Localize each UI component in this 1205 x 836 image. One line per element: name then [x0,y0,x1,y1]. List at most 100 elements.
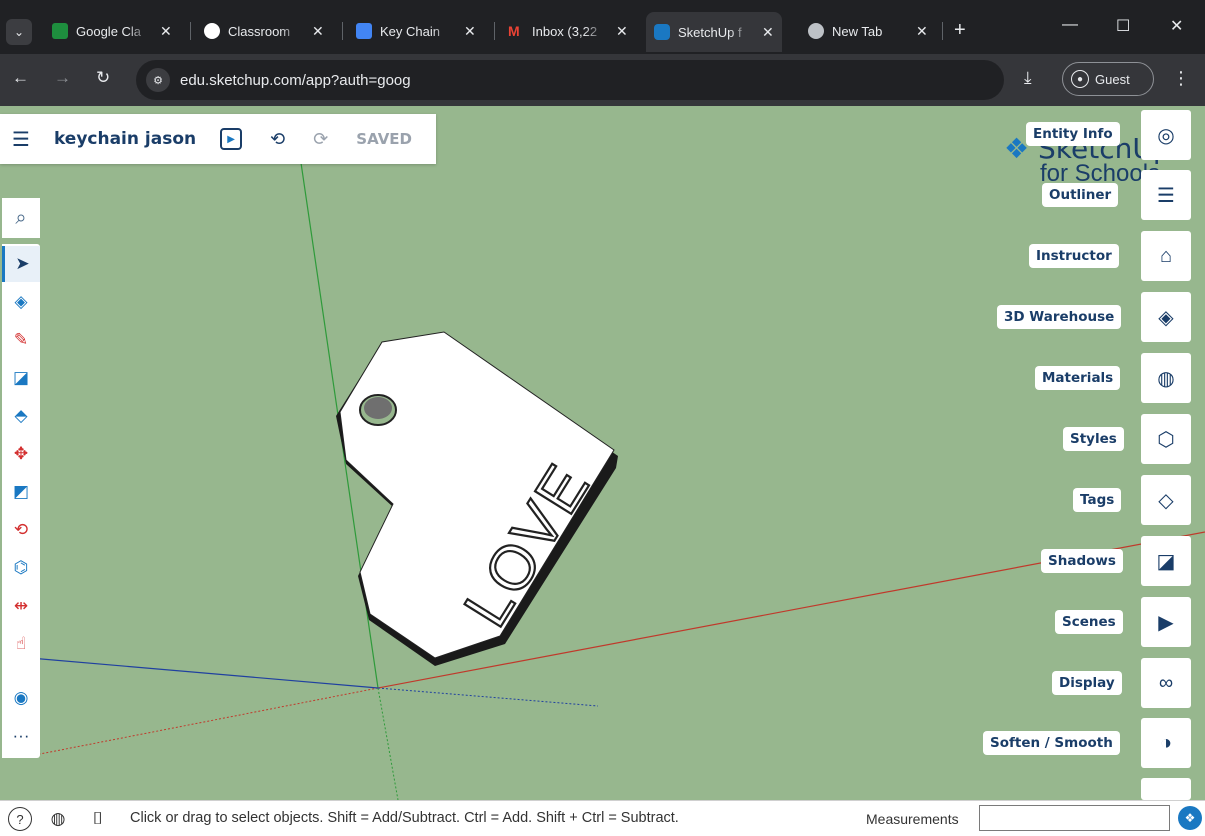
styles-icon[interactable]: ⬡ [1141,414,1191,464]
soften-icon[interactable]: ◑ [1141,718,1191,768]
tab-close-icon[interactable]: ✕ [916,23,928,40]
entity-info-icon[interactable]: ◎ [1141,110,1191,160]
new-tab-button[interactable]: + [954,19,966,42]
zoom-icon[interactable]: ⌕ [2,198,40,238]
tab-search-icon[interactable]: ⌄ [6,19,32,45]
measurements-input[interactable] [979,805,1170,831]
download-icon[interactable]: ⤓ [1024,68,1032,88]
play-icon[interactable]: ▶ [220,128,243,150]
back-icon[interactable]: ← [12,68,29,88]
move-icon[interactable]: ✥ [2,436,40,472]
forward-icon[interactable]: → [54,68,71,88]
person-icon: ● [1071,70,1089,88]
document-title[interactable]: keychain jason [54,129,196,149]
tab-close-icon[interactable]: ✕ [312,23,324,40]
globe-favicon-icon [808,23,824,39]
redo-icon[interactable]: ⟳ [313,129,328,150]
maximize-icon[interactable]: ☐ [1116,16,1130,36]
tab-google-classroom[interactable]: Google Cla ✕ [44,14,180,48]
panel-label-tags[interactable]: Tags [1073,488,1122,512]
browser-tab-strip: ⌄ Google Cla ✕ Classroom ✕ Key Chain ✕ M… [0,0,1205,62]
panel-label-styles[interactable]: Styles [1063,427,1124,451]
site-info-icon[interactable]: ⚙ [146,68,170,92]
tab-classroom[interactable]: Classroom ✕ [196,14,332,48]
panel-label-scenes[interactable]: Scenes [1055,610,1123,634]
tab-key-chain[interactable]: Key Chain ✕ [348,14,484,48]
shadows-icon[interactable]: ◪ [1141,536,1191,586]
tab-title: SketchUp f [678,24,742,40]
tape-measure-icon[interactable]: ⇹ [2,588,40,624]
model-scene[interactable]: LOVE [0,106,1205,800]
url-text: edu.sketchup.com/app?auth=goog [180,71,411,89]
tab-inbox[interactable]: M Inbox (3,22 ✕ [500,14,636,48]
panel-label-shadows[interactable]: Shadows [1041,549,1123,573]
document-toolbar: ☰ keychain jason ▶ ⟲ ⟳ SAVED [0,114,436,164]
section-icon[interactable]: ◉ [2,680,40,716]
gmail-favicon-icon: M [508,23,520,39]
keychain-hole-wall [364,397,392,419]
red-axis-negative [39,687,379,755]
pencil-icon[interactable]: ✎ [2,322,40,358]
classroom-favicon-icon [52,23,68,39]
help-icon[interactable]: ? [8,807,32,831]
panel-label-soften-smooth[interactable]: Soften / Smooth [983,731,1120,755]
browser-toolbar: ← → ↻ ⚙ edu.sketchup.com/app?auth=goog ⤓… [0,54,1205,106]
save-status: SAVED [356,130,412,148]
docs-favicon-icon [356,23,372,39]
browser-menu-icon[interactable]: ⋮ [1172,68,1190,89]
tab-separator [494,22,495,40]
sketchup-viewport[interactable]: LOVE ❖ SketchUp for Schools ☰ keychain j… [0,106,1205,800]
rectangle-icon[interactable]: ◪ [2,360,40,396]
sketchup-favicon-icon [654,24,670,40]
push-pull-icon[interactable]: ⬘ [2,398,40,434]
select-icon[interactable]: ➤ [2,246,40,282]
outliner-icon[interactable]: ☰ [1141,170,1191,220]
display-icon[interactable]: ∞ [1141,658,1191,708]
status-bar: ? ◍ ⌷ Click or drag to select objects. S… [0,800,1205,836]
panel-label-materials[interactable]: Materials [1035,366,1121,390]
eraser-icon[interactable]: ◈ [2,284,40,320]
panel-label-instructor[interactable]: Instructor [1029,244,1119,268]
blue-axis [29,657,379,689]
tab-close-icon[interactable]: ✕ [160,23,172,40]
panel-overflow[interactable] [1141,778,1191,800]
main-menu-icon[interactable]: ☰ [12,127,30,152]
status-hint: Click or drag to select objects. Shift =… [130,810,679,826]
orbit-icon[interactable]: ☝ [2,626,40,662]
globe-language-icon[interactable]: ◍ [46,807,70,831]
rotate-icon[interactable]: ⟲ [2,512,40,548]
materials-icon[interactable]: ◍ [1141,353,1191,403]
profile-button[interactable]: ● Guest [1062,62,1154,96]
tab-close-icon[interactable]: ✕ [464,23,476,40]
warehouse-icon[interactable]: ◈ [1141,292,1191,342]
scenes-icon[interactable]: ▶ [1141,597,1191,647]
mouse-icon[interactable]: ⌷ [86,807,110,831]
left-tool-palette: ➤ ◈ ✎ ◪ ⬘ ✥ ◩ ⟲ ⌬ ⇹ ☝ ◉ ··· [2,244,40,758]
tab-new-tab[interactable]: New Tab ✕ [800,14,936,48]
tab-close-icon[interactable]: ✕ [762,24,774,41]
undo-icon[interactable]: ⟲ [270,129,285,150]
sketchup-mark-icon[interactable]: ❖ [1178,806,1202,830]
panel-label-entity-info[interactable]: Entity Info [1026,122,1120,146]
tab-title: New Tab [832,23,883,39]
tab-close-icon[interactable]: ✕ [616,23,628,40]
more-tools-icon[interactable]: ··· [2,718,40,754]
tab-separator [942,22,943,40]
tab-sketchup-active[interactable]: SketchUp f ✕ [646,12,782,52]
tags-icon[interactable]: ◇ [1141,475,1191,525]
minimize-icon[interactable]: — [1062,16,1078,34]
panel-label-outliner[interactable]: Outliner [1042,183,1119,207]
tab-separator [190,22,191,40]
reload-icon[interactable]: ↻ [96,68,110,88]
tab-title: Google Cla [76,23,142,39]
tab-title: Classroom [228,23,291,39]
window-close-icon[interactable]: ✕ [1170,16,1183,36]
paint-bucket-icon[interactable]: ⌬ [2,550,40,586]
measurements-label: Measurements [866,811,959,827]
panel-label-3d-warehouse[interactable]: 3D Warehouse [997,305,1122,329]
panel-label-display[interactable]: Display [1052,671,1122,695]
green-axis-negative [377,687,399,800]
instructor-icon[interactable]: ⌂ [1141,231,1191,281]
scale-icon[interactable]: ◩ [2,474,40,510]
address-bar[interactable]: ⚙ edu.sketchup.com/app?auth=goog [136,60,1004,100]
